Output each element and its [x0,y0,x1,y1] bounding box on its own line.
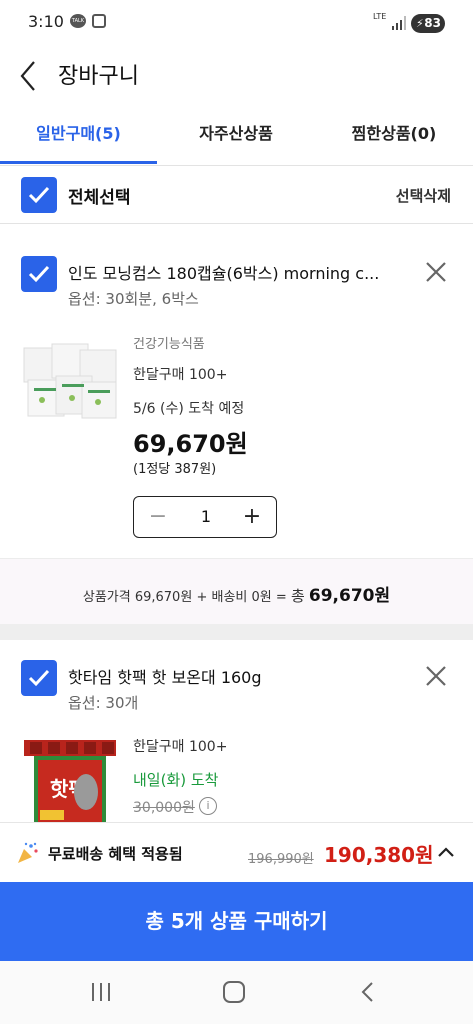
signal-icon [392,16,406,30]
select-all-checkbox[interactable] [21,177,57,213]
app-header: 장바구니 [0,46,473,102]
original-price: 30,000원 [133,800,195,816]
delete-selected-button[interactable]: 선택삭제 [396,185,451,206]
remove-item-button[interactable] [422,662,450,690]
final-total: 190,380원 [324,843,434,867]
item-checkbox[interactable] [21,660,57,696]
item-option: 옵션: 30회분, 6박스 [68,290,199,308]
battery-icon: ⚡ 83 [411,14,445,33]
total-value: 69,670원 [308,586,391,606]
original-total: 196,990원 [248,852,314,867]
item-category: 건강기능식품 [133,337,205,352]
page-title: 장바구니 [58,64,139,89]
party-popper-icon [18,842,38,863]
arrival-estimate: 내일(화) 도착 [133,771,219,789]
info-icon[interactable]: i [199,797,217,815]
product-price-label: 상품가격 [82,590,131,605]
item-checkbox[interactable] [21,256,57,292]
shipping-fee: 0원 [251,590,272,605]
screenshot-notification-icon [92,14,106,28]
item-title[interactable]: 인도 모닝컴스 180캡슐(6박스) morning c... [68,260,390,284]
network-type: LTE [373,12,387,21]
item-price: 69,670원 [133,430,248,458]
unit-price: (1정당 387원) [133,462,217,477]
close-icon [426,666,446,686]
shipping-label: 배송비 [211,590,248,605]
checkmark-icon [28,265,50,283]
increase-quantity-button[interactable]: + [236,501,268,533]
free-shipping-bar[interactable]: 무료배송 혜택 적용됨 196,990원 190,380원 [0,822,473,882]
select-all-row: 전체선택 선택삭제 [0,166,473,224]
recent-apps-icon[interactable] [90,981,112,1003]
system-navigation-bar [0,961,473,1024]
cart-tabs: 일반구매(5) 자주산상품 찜한상품(0) [0,108,473,166]
back-button[interactable] [16,54,48,94]
price-summary: 상품가격 69,670원 + 배송비 0원 = 총 69,670원 [0,558,473,624]
item-title[interactable]: 핫타임 핫팩 핫 보온대 160g [68,664,390,688]
product-price-value: 69,670원 [134,590,193,605]
total-label: 총 [290,587,305,605]
talk-notification-icon: TALK [70,14,86,28]
tab-wishlist[interactable]: 찜한상품(0) [315,108,473,164]
free-shipping-label: 무료배송 혜택 적용됨 [48,845,183,863]
active-tab-indicator [0,161,157,164]
close-icon [426,262,446,282]
checkmark-icon [28,669,50,687]
back-arrow-icon [20,61,35,91]
checkmark-icon [28,186,50,204]
status-time: 3:10 [28,12,64,31]
home-icon[interactable] [223,981,245,1003]
quantity-value: 1 [200,507,212,526]
status-bar: 3:10 TALK LTE ⚡ 83 [0,0,473,44]
decrease-quantity-button[interactable]: − [142,501,174,533]
remove-item-button[interactable] [422,258,450,286]
tab-frequent-products[interactable]: 자주산상품 [157,108,315,164]
select-all-label: 전체선택 [68,188,131,208]
quantity-stepper: − 1 + [133,496,277,538]
item-option: 옵션: 30개 [68,694,139,712]
product-image[interactable] [22,342,118,432]
purchase-button[interactable]: 총 5개 상품 구매하기 [0,882,473,961]
tab-general-purchase[interactable]: 일반구매(5) [0,108,157,164]
arrival-estimate: 5/6 (수) 도착 예정 [133,401,245,417]
plus-sign: + [196,590,208,605]
section-divider [0,624,473,640]
chevron-up-icon[interactable] [436,843,456,863]
monthly-purchase-count: 한달구매 100+ [133,367,228,383]
equals-sign: = [275,590,287,605]
product-image[interactable]: 핫팩 [20,738,120,822]
back-nav-icon[interactable] [357,980,379,1004]
battery-level: 83 [424,16,441,30]
monthly-purchase-count: 한달구매 100+ [133,739,228,755]
